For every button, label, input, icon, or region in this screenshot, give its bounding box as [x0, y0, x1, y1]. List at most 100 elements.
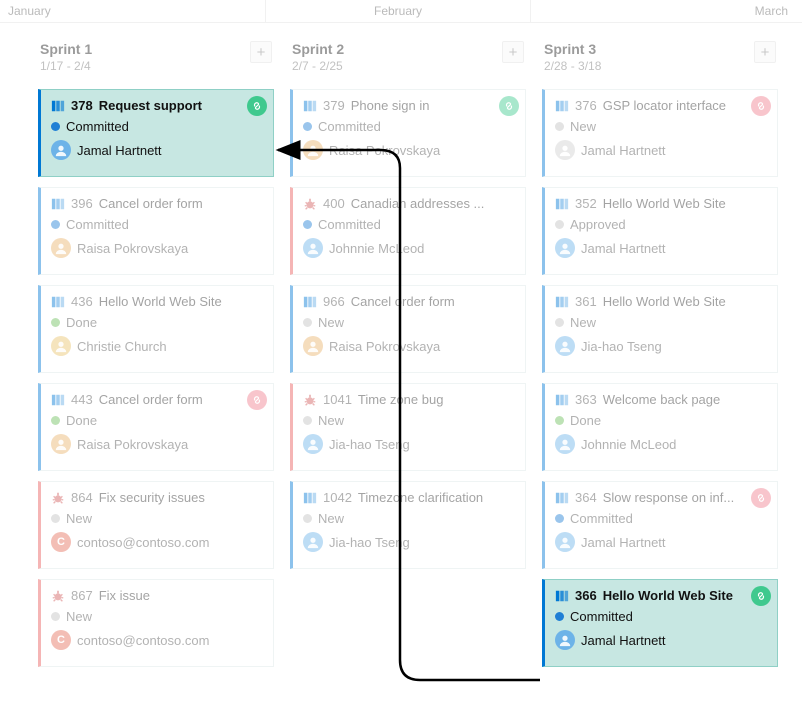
work-item-id: 1041	[323, 392, 352, 407]
work-item-state: New	[66, 609, 92, 624]
work-item-card[interactable]: 1042 Timezone clarification New Jia-hao …	[290, 481, 526, 569]
link-icon[interactable]	[499, 96, 519, 116]
avatar	[51, 434, 71, 454]
assignee-name: Jia-hao Tseng	[581, 339, 662, 354]
add-card-button[interactable]: +	[754, 41, 776, 63]
bug-icon	[303, 393, 317, 407]
state-indicator-icon	[555, 514, 564, 523]
work-item-id: 364	[575, 490, 597, 505]
work-item-state: Committed	[570, 511, 633, 526]
assignee-name: Jamal Hartnett	[581, 633, 666, 648]
state-indicator-icon	[555, 220, 564, 229]
work-item-title: Canadian addresses ...	[351, 196, 485, 211]
work-item-card[interactable]: 361 Hello World Web Site New Jia-hao Tse…	[542, 285, 778, 373]
link-icon[interactable]	[247, 390, 267, 410]
sprint-dates: 1/17 - 2/4	[40, 59, 92, 73]
work-item-card[interactable]: 378 Request support Committed Jamal Hart…	[38, 89, 274, 177]
work-item-state: Committed	[318, 119, 381, 134]
work-item-title: Cancel order form	[99, 392, 203, 407]
backlog-item-icon	[303, 295, 317, 309]
state-indicator-icon	[303, 318, 312, 327]
work-item-id: 1042	[323, 490, 352, 505]
work-item-id: 361	[575, 294, 597, 309]
assignee-name: Raisa Pokrovskaya	[329, 143, 440, 158]
work-item-card[interactable]: 400 Canadian addresses ... Committed Joh…	[290, 187, 526, 275]
backlog-item-icon	[555, 197, 569, 211]
state-indicator-icon	[51, 220, 60, 229]
month-label: January	[0, 0, 266, 22]
link-icon[interactable]	[751, 488, 771, 508]
work-item-id: 376	[575, 98, 597, 113]
state-indicator-icon	[303, 220, 312, 229]
work-item-card[interactable]: 436 Hello World Web Site Done Christie C…	[38, 285, 274, 373]
work-item-card[interactable]: 364 Slow response on inf... Committed Ja…	[542, 481, 778, 569]
work-item-title: Welcome back page	[603, 392, 721, 407]
work-item-title: GSP locator interface	[603, 98, 726, 113]
work-item-state: Done	[66, 413, 97, 428]
work-item-card[interactable]: 352 Hello World Web Site Approved Jamal …	[542, 187, 778, 275]
backlog-item-icon	[51, 393, 65, 407]
avatar	[51, 140, 71, 160]
column-header: Sprint 2 2/7 - 2/25 +	[290, 39, 526, 79]
assignee-name: Jamal Hartnett	[77, 143, 162, 158]
assignee-name: Jamal Hartnett	[581, 535, 666, 550]
work-item-title: Hello World Web Site	[99, 294, 222, 309]
assignee-name: Raisa Pokrovskaya	[77, 241, 188, 256]
avatar	[303, 336, 323, 356]
assignee-name: contoso@contoso.com	[77, 633, 209, 648]
work-item-card[interactable]: 867 Fix issue New C contoso@contoso.com	[38, 579, 274, 667]
work-item-card[interactable]: 864 Fix security issues New C contoso@co…	[38, 481, 274, 569]
assignee-name: Jamal Hartnett	[581, 241, 666, 256]
state-indicator-icon	[51, 612, 60, 621]
sprint-column: Sprint 3 2/28 - 3/18 + 376 GSP locator i…	[542, 39, 778, 667]
work-item-id: 379	[323, 98, 345, 113]
backlog-item-icon	[303, 491, 317, 505]
work-item-title: Cancel order form	[99, 196, 203, 211]
work-item-card[interactable]: 376 GSP locator interface New Jamal Hart…	[542, 89, 778, 177]
backlog-item-icon	[51, 295, 65, 309]
work-item-id: 966	[323, 294, 345, 309]
work-item-card[interactable]: 366 Hello World Web Site Committed Jamal…	[542, 579, 778, 667]
column-header: Sprint 3 2/28 - 3/18 +	[542, 39, 778, 79]
link-icon[interactable]	[751, 586, 771, 606]
add-card-button[interactable]: +	[502, 41, 524, 63]
state-indicator-icon	[303, 514, 312, 523]
avatar-unassigned	[555, 140, 575, 160]
month-label: February	[266, 0, 532, 22]
bug-icon	[303, 197, 317, 211]
backlog-item-icon	[555, 99, 569, 113]
avatar	[303, 238, 323, 258]
assignee-name: Raisa Pokrovskaya	[77, 437, 188, 452]
work-item-card[interactable]: 379 Phone sign in Committed Raisa Pokrov…	[290, 89, 526, 177]
work-item-id: 352	[575, 196, 597, 211]
avatar	[555, 434, 575, 454]
work-item-title: Fix issue	[99, 588, 150, 603]
backlog-item-icon	[303, 99, 317, 113]
work-item-card[interactable]: 363 Welcome back page Done Johnnie McLeo…	[542, 383, 778, 471]
sprint-dates: 2/28 - 3/18	[544, 59, 601, 73]
backlog-item-icon	[51, 99, 65, 113]
work-item-state: Committed	[570, 609, 633, 624]
avatar	[51, 336, 71, 356]
backlog-item-icon	[555, 491, 569, 505]
work-item-card[interactable]: 396 Cancel order form Committed Raisa Po…	[38, 187, 274, 275]
state-indicator-icon	[555, 416, 564, 425]
work-item-card[interactable]: 966 Cancel order form New Raisa Pokrovsk…	[290, 285, 526, 373]
avatar	[555, 532, 575, 552]
work-item-card[interactable]: 443 Cancel order form Done Raisa Pokrovs…	[38, 383, 274, 471]
work-item-id: 396	[71, 196, 93, 211]
link-icon[interactable]	[751, 96, 771, 116]
assignee-name: Jia-hao Tseng	[329, 535, 410, 550]
avatar	[555, 336, 575, 356]
avatar: C	[51, 532, 71, 552]
link-icon[interactable]	[247, 96, 267, 116]
assignee-name: Raisa Pokrovskaya	[329, 339, 440, 354]
avatar	[555, 238, 575, 258]
work-item-state: Done	[570, 413, 601, 428]
add-card-button[interactable]: +	[250, 41, 272, 63]
backlog-item-icon	[555, 295, 569, 309]
backlog-item-icon	[555, 393, 569, 407]
assignee-name: contoso@contoso.com	[77, 535, 209, 550]
work-item-state: New	[66, 511, 92, 526]
work-item-card[interactable]: 1041 Time zone bug New Jia-hao Tseng	[290, 383, 526, 471]
